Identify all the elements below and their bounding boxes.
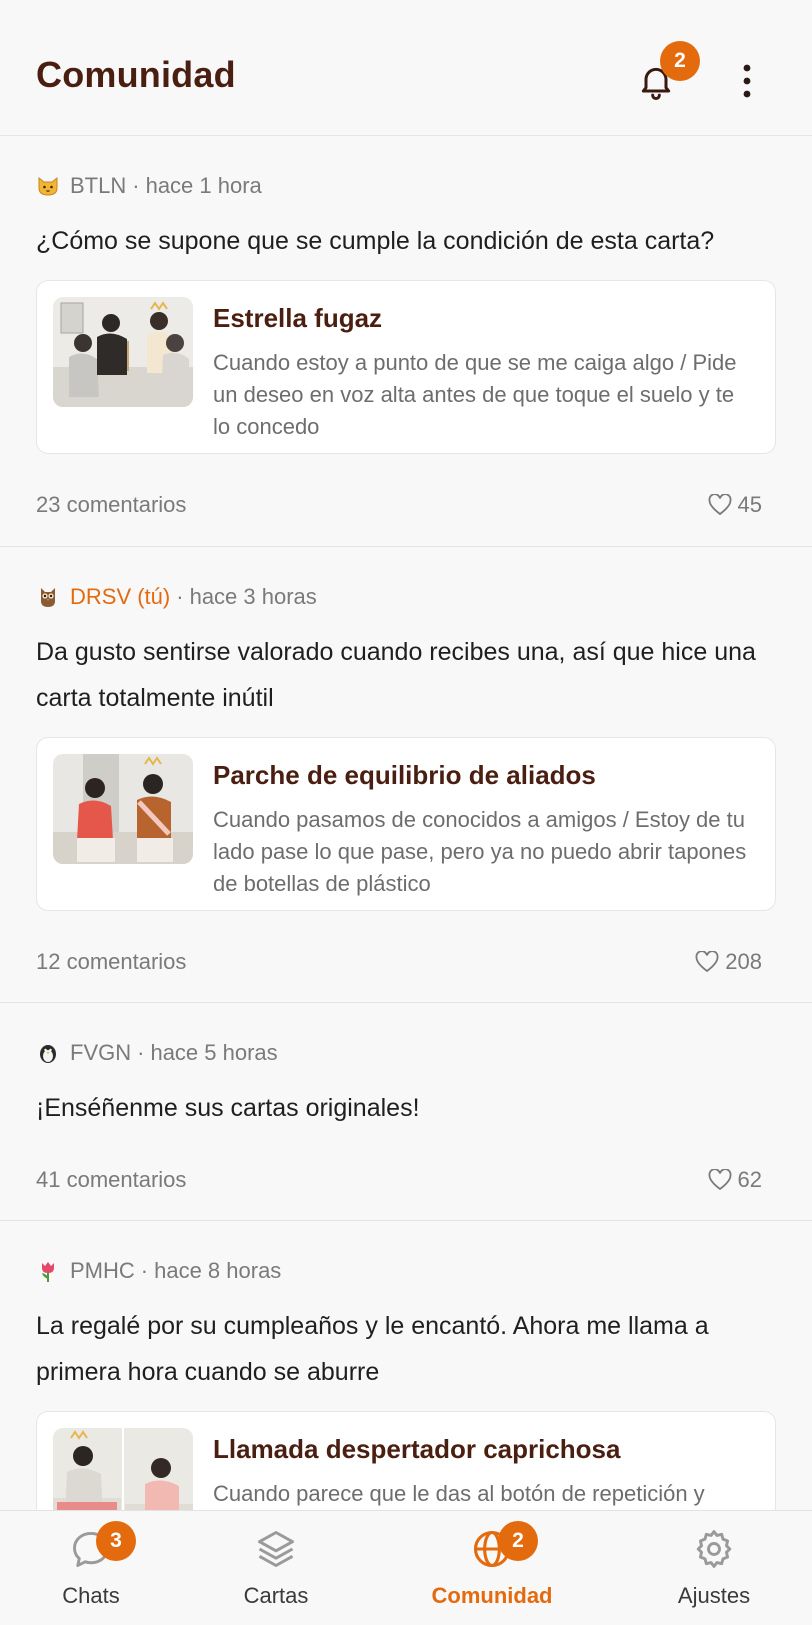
post-meta: PMHC · hace 8 horas — [36, 1257, 281, 1285]
like-button[interactable]: 45 — [708, 492, 762, 518]
post-text: ¿Cómo se supone que se cumple la condici… — [36, 227, 715, 255]
more-options-button[interactable] — [727, 58, 767, 104]
like-button[interactable]: 62 — [708, 1167, 762, 1193]
heart-icon — [708, 1169, 731, 1191]
post-footer: 41 comentarios 62 — [36, 1165, 762, 1195]
post-footer: 23 comentarios 45 — [36, 490, 762, 520]
community-feed[interactable]: BTLN · hace 1 hora ¿Cómo se supone que s… — [0, 136, 812, 1510]
card-title: Estrella fugaz — [213, 303, 383, 333]
post-footer: 12 comentarios 208 — [36, 947, 762, 977]
post-text: La regalé por su cumpleaños y le encantó… — [36, 1312, 709, 1386]
heart-icon — [695, 951, 719, 973]
meta-separator: · — [140, 1258, 149, 1283]
tab-label: Ajustes — [677, 1583, 751, 1608]
card-title: Llamada despertador caprichosa — [213, 1434, 621, 1464]
layers-icon — [252, 1525, 300, 1573]
post-time: hace 3 horas — [189, 584, 317, 609]
post-item[interactable]: FVGN · hace 5 horas ¡Enséñenme sus carta… — [0, 1003, 812, 1221]
chats-badge: 3 — [96, 1521, 136, 1561]
comments-count[interactable]: 41 comentarios — [36, 1167, 186, 1193]
tulip-icon — [42, 1262, 54, 1282]
post-item[interactable]: PMHC · hace 8 horas La regalé por su cum… — [0, 1221, 812, 1510]
tab-label: Cartas — [243, 1583, 309, 1608]
post-text: ¡Enséñenme sus cartas originales! — [36, 1094, 420, 1122]
post-time: hace 1 hora — [145, 173, 262, 198]
card-image — [53, 754, 193, 864]
heart-icon — [708, 494, 731, 516]
tab-label: Chats — [62, 1583, 120, 1608]
notification-badge: 2 — [660, 41, 700, 81]
tab-settings[interactable]: Ajustes — [664, 1511, 764, 1625]
page-title: Comunidad — [36, 54, 236, 95]
shared-card[interactable]: Parche de equilibrio de aliados Cuando p… — [36, 737, 776, 911]
post-meta: BTLN · hace 1 hora — [36, 172, 262, 200]
card-title: Parche de equilibrio de aliados — [213, 760, 596, 790]
card-description: Cuando parece que le das al botón de rep… — [213, 1481, 705, 1506]
meta-separator: · — [137, 1040, 145, 1065]
post-author[interactable]: PMHC — [70, 1258, 135, 1284]
card-description: Cuando estoy a punto de que se me caiga … — [213, 350, 737, 439]
cat-face-icon — [38, 176, 58, 196]
more-vertical-icon — [743, 64, 751, 98]
penguin-icon — [40, 1045, 56, 1063]
post-meta: FVGN · hace 5 horas — [36, 1039, 278, 1067]
tab-cards[interactable]: Cartas — [226, 1511, 326, 1625]
bottom-tab-bar: Chats 3 Cartas Comunidad 2 Ajustes — [0, 1510, 812, 1624]
post-item[interactable]: BTLN · hace 1 hora ¿Cómo se supone que s… — [0, 136, 812, 547]
tab-community[interactable]: Comunidad — [424, 1511, 560, 1625]
shared-card[interactable]: Estrella fugaz Cuando estoy a punto de q… — [36, 280, 776, 454]
post-item[interactable]: DRSV (tú) · hace 3 horas Da gusto sentir… — [0, 547, 812, 1003]
post-time: hace 5 horas — [150, 1040, 278, 1065]
likes-count: 208 — [725, 949, 762, 974]
tab-label: Comunidad — [431, 1583, 553, 1608]
likes-count: 62 — [737, 1167, 762, 1192]
card-image — [53, 297, 193, 407]
comments-count[interactable]: 23 comentarios — [36, 492, 186, 518]
post-author[interactable]: DRSV (tú) — [70, 584, 170, 610]
gear-icon — [690, 1525, 738, 1573]
meta-separator: · — [176, 584, 184, 609]
owl-icon — [41, 588, 55, 607]
post-time: hace 8 horas — [154, 1258, 282, 1283]
likes-count: 45 — [737, 492, 762, 517]
post-meta: DRSV (tú) · hace 3 horas — [36, 583, 317, 611]
post-author[interactable]: FVGN — [70, 1040, 131, 1066]
comments-count[interactable]: 12 comentarios — [36, 949, 186, 975]
like-button[interactable]: 208 — [695, 949, 762, 975]
card-image — [53, 1428, 193, 1510]
post-text: Da gusto sentirse valorado cuando recibe… — [36, 638, 756, 712]
app-header: Comunidad 2 — [0, 0, 812, 136]
shared-card[interactable]: Llamada despertador caprichosa Cuando pa… — [36, 1411, 776, 1510]
community-badge: 2 — [498, 1521, 538, 1561]
card-description: Cuando pasamos de conocidos a amigos / E… — [213, 807, 747, 896]
post-author[interactable]: BTLN — [70, 173, 126, 199]
meta-separator: · — [132, 173, 140, 198]
